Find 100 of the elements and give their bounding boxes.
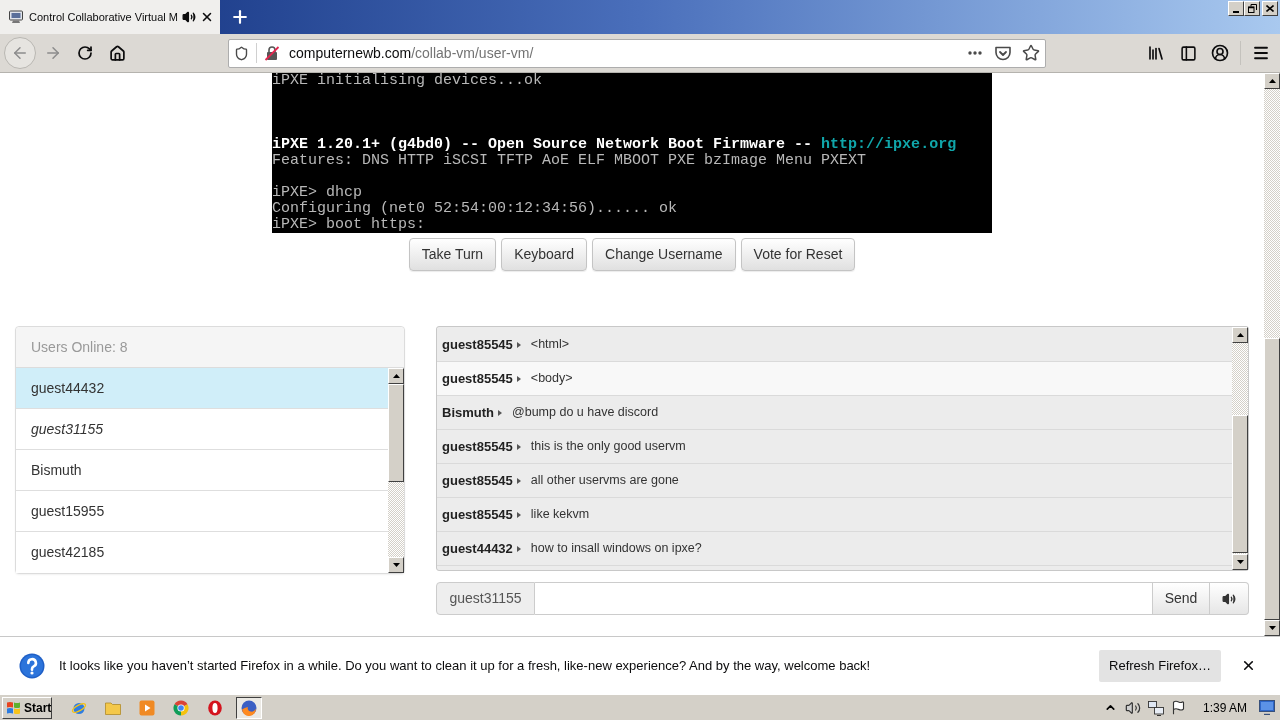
scroll-down-button[interactable] (1264, 620, 1280, 636)
windows-flag-icon (6, 700, 21, 715)
restore-button[interactable] (1244, 1, 1260, 16)
lock-slash-icon (264, 45, 280, 61)
minimize-button[interactable] (1228, 1, 1244, 16)
chat-message-text: <body> (530, 370, 573, 388)
flag-icon[interactable] (1170, 700, 1186, 715)
folder-icon (105, 699, 121, 716)
up-triangle-icon (392, 374, 400, 378)
forward-arrow-icon (44, 44, 62, 62)
up-triangle-icon (1268, 79, 1276, 83)
vm-control-button[interactable]: Take Turn (408, 238, 497, 271)
caret-icon (516, 477, 521, 484)
users-online-header: Users Online: 8 (16, 327, 404, 368)
scroll-up-button[interactable] (1264, 73, 1280, 89)
minimize-icon (1233, 11, 1239, 13)
down-triangle-icon (1236, 560, 1244, 564)
computer-icon (8, 9, 24, 25)
vm-control-button[interactable]: Vote for Reset (740, 238, 856, 271)
chat-message-text: like kekvm (530, 506, 590, 524)
chat-message-text: @bump do u have discord (512, 404, 659, 422)
new-tab-button[interactable] (230, 7, 250, 27)
flame-globe-icon (241, 699, 257, 716)
tab-title: Control Collaborative Virtual M (29, 9, 178, 25)
vm-control-button[interactable]: Change Username (592, 238, 736, 271)
scrollbar[interactable] (1232, 327, 1248, 570)
question-icon (19, 652, 45, 679)
notification-message: It looks like you haven’t started Firefox in a while. Do you want to clean it up for a fresh, like-new experience? And by the way, welcome back! (59, 656, 871, 675)
sound-button[interactable] (1210, 582, 1249, 615)
chat-input-field[interactable] (535, 582, 1152, 615)
chat-username: Bismuth (442, 403, 494, 422)
caret-icon (516, 341, 521, 348)
terminal-line: Configuring (net0 52:54:00:12:34:56)...... ok (272, 201, 678, 217)
terminal-link: http://ipxe.org (821, 136, 957, 153)
chat-username: guest85545 (442, 369, 513, 388)
scrollbar-thumb[interactable] (1232, 415, 1248, 553)
menu-icon (1252, 44, 1270, 62)
refresh-firefox-button[interactable]: Refresh Firefox… (1099, 649, 1221, 682)
start-button[interactable]: Start (2, 696, 52, 719)
caret-icon (516, 545, 521, 552)
scroll-down-button[interactable] (388, 557, 404, 573)
terminal-line: iPXE> dhcp (272, 185, 362, 201)
scroll-up-button[interactable] (1232, 327, 1248, 343)
caret-icon (516, 443, 521, 450)
terminal-line: Features: DNS HTTP iSCSI TFTP AoE ELF MBOOT PXE bzImage Menu PXEXT (272, 153, 867, 169)
chat-message-text: <html> (530, 336, 570, 354)
clock-text[interactable]: 1:39 AM (1202, 698, 1247, 717)
books-icon (1147, 44, 1165, 62)
reload-icon (77, 45, 93, 61)
taskbar-app-button[interactable] (236, 696, 262, 719)
down-triangle-icon (392, 563, 400, 567)
chat-username: guest85545 (442, 437, 513, 456)
terminal-line: iPXE 1.20.1+ (g4bd0) -- Open Source Network Boot Firmware -- http://ipxe.org (272, 137, 957, 153)
computers-icon[interactable] (1147, 699, 1164, 716)
scrollbar-thumb[interactable] (1264, 338, 1280, 620)
vm-screen[interactable] (272, 73, 992, 233)
ring-icon (207, 699, 223, 716)
chat-message-text: how to insall windows on ipxe? (530, 540, 702, 558)
close-window-button[interactable] (1262, 1, 1278, 16)
close-icon (200, 10, 214, 24)
user-list-item[interactable]: Bismuth (16, 450, 388, 491)
play-icon (139, 699, 155, 716)
up-triangle-icon (1236, 333, 1244, 337)
caret-icon (516, 375, 521, 382)
speaker-icon[interactable] (1124, 699, 1141, 716)
user-list-item[interactable]: guest44432 (16, 368, 388, 409)
browser-tab[interactable]: Control Collaborative Virtual M (0, 0, 220, 34)
chat-username: guest85545 (442, 335, 513, 354)
username-label: guest31155 (436, 582, 535, 615)
scrollbar[interactable] (388, 368, 404, 573)
url-field[interactable]: computernewb.com/collab-vm/user-vm/ (228, 38, 1046, 68)
caret-icon (516, 511, 521, 518)
caret-icon (498, 409, 502, 416)
ellipsis-icon (968, 51, 982, 55)
segmented-circle-icon (173, 699, 189, 716)
monitor-icon[interactable] (1259, 700, 1275, 715)
plus-icon (230, 7, 250, 27)
url-text: computernewb.com/collab-vm/user-vm/ (289, 43, 534, 63)
shield-icon (234, 45, 249, 61)
down-triangle-icon (1268, 626, 1276, 630)
scroll-down-button[interactable] (1232, 554, 1248, 570)
chat-username: guest85545 (442, 471, 513, 490)
speaker-icon[interactable] (182, 10, 196, 24)
pocket-icon (995, 45, 1011, 61)
terminal-line: iPXE> boot https: (272, 217, 426, 233)
scrollbar[interactable] (1264, 73, 1280, 636)
user-list-item[interactable]: guest15955 (16, 491, 388, 532)
send-button[interactable]: Send (1152, 582, 1210, 615)
home-icon (108, 44, 126, 62)
chat-username: guest44432 (442, 539, 513, 558)
vm-control-button[interactable]: Keyboard (501, 238, 588, 271)
scrollbar-thumb[interactable] (388, 384, 404, 482)
chat-message-text: this is the only good uservm (530, 438, 686, 456)
close-icon (1266, 5, 1274, 12)
chat-username: guest85545 (442, 505, 513, 524)
user-list-item[interactable]: guest42185 (16, 532, 388, 573)
user-list-item[interactable]: guest31155 (16, 409, 388, 450)
sidebar-icon (1179, 44, 1197, 62)
restore-icon (1247, 4, 1257, 13)
scroll-up-button[interactable] (388, 368, 404, 384)
